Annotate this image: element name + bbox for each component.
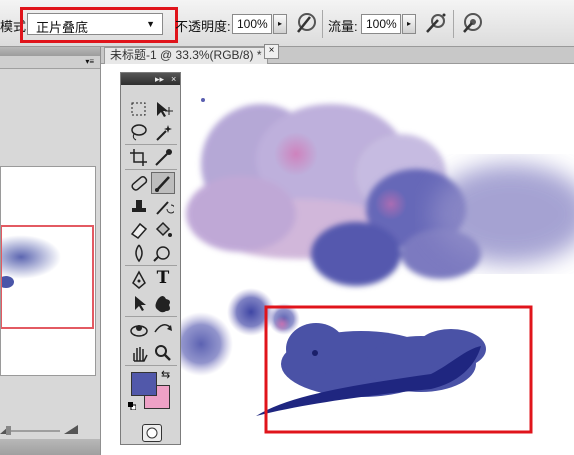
opacity-slider-button[interactable]: ▸: [273, 14, 287, 34]
flow-slider-button[interactable]: ▸: [402, 14, 416, 34]
move-tool-icon[interactable]: [152, 99, 174, 119]
opacity-value: 100%: [237, 17, 268, 31]
brush-tool-selected[interactable]: [151, 172, 175, 194]
tools-panel-header[interactable]: ▸▸ ×: [121, 73, 180, 85]
panel-menu-icon[interactable]: ▾≡: [85, 57, 94, 66]
clone-stamp-tool-icon[interactable]: [128, 197, 150, 217]
collapse-icon[interactable]: ▸▸: [155, 73, 164, 85]
marquee-tool-icon[interactable]: [128, 99, 150, 119]
separator: [125, 265, 177, 266]
panel-bottom-bar: [0, 439, 100, 455]
navigator-preview[interactable]: [0, 166, 96, 376]
separator: [125, 169, 177, 170]
foreground-color-swatch[interactable]: [131, 372, 157, 396]
flow-label: 流量:: [328, 19, 358, 34]
separator: [125, 144, 177, 145]
dodge-tool-icon[interactable]: [152, 243, 174, 263]
zoom-slider[interactable]: [0, 424, 100, 436]
3d-orbit-tool-icon[interactable]: [152, 320, 174, 340]
lasso-tool-icon[interactable]: [128, 122, 150, 142]
crop-tool-icon[interactable]: [128, 147, 150, 167]
paint-bucket-tool-icon[interactable]: [152, 220, 174, 240]
custom-shape-tool-icon[interactable]: [152, 293, 174, 313]
flow-value: 100%: [366, 17, 397, 31]
zoom-tool-icon[interactable]: [152, 343, 174, 363]
eyedropper-tool-icon[interactable]: [152, 147, 174, 167]
close-icon[interactable]: ×: [264, 44, 279, 59]
eraser-tool-icon[interactable]: [128, 220, 150, 240]
mode-highlight-box: [20, 7, 178, 43]
document-tab[interactable]: 未标题-1 @ 33.3%(RGB/8) *: [104, 47, 268, 64]
default-colors-icon[interactable]: [128, 402, 136, 410]
blur-tool-icon[interactable]: [128, 243, 150, 263]
opacity-label: 不透明度:: [175, 19, 231, 34]
healing-brush-tool-icon[interactable]: [128, 173, 150, 193]
pen-tool-icon[interactable]: [128, 270, 150, 290]
path-selection-tool-icon[interactable]: [128, 293, 150, 313]
magic-wand-tool-icon[interactable]: [152, 122, 174, 142]
quick-mask-button[interactable]: [142, 424, 162, 442]
airbrush-icon[interactable]: [424, 11, 448, 35]
pressure-opacity-icon[interactable]: [294, 11, 318, 35]
hand-tool-icon[interactable]: [128, 343, 150, 363]
separator: [322, 10, 323, 38]
navigator-panel: ▾≡: [0, 47, 101, 455]
options-bar: 模式 正片叠底 ▼ 不透明度: 100% ▸ 流量: 100% ▸: [0, 0, 574, 47]
opacity-field[interactable]: 100%: [232, 14, 272, 34]
quick-mask-icon: [146, 427, 158, 439]
swap-colors-icon[interactable]: ⇆: [161, 368, 170, 381]
pressure-size-icon[interactable]: [460, 11, 484, 35]
3d-rotate-tool-icon[interactable]: [128, 320, 150, 340]
history-brush-tool-icon[interactable]: [152, 197, 174, 217]
type-tool-icon[interactable]: T: [152, 268, 174, 288]
flow-field[interactable]: 100%: [361, 14, 401, 34]
separator: [125, 365, 177, 366]
panel-header: [0, 47, 100, 56]
tools-panel: ▸▸ × T ⇆: [120, 72, 181, 445]
separator: [125, 316, 177, 317]
brush-tool-icon: [155, 176, 170, 192]
separator: [453, 10, 454, 38]
close-icon[interactable]: ×: [171, 73, 176, 85]
